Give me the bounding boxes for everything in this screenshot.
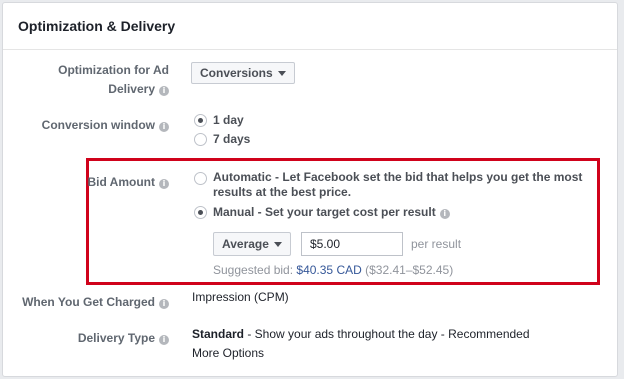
radio-automatic[interactable] bbox=[194, 172, 207, 185]
info-icon[interactable]: i bbox=[159, 335, 169, 345]
option-1-day-label[interactable]: 1 day bbox=[213, 113, 244, 128]
option-7-days-label[interactable]: 7 days bbox=[213, 132, 250, 147]
manual-option-label[interactable]: Manual - Set your target cost per result… bbox=[213, 205, 450, 220]
bid-type-dropdown[interactable]: Average bbox=[213, 232, 291, 256]
optimization-dropdown[interactable]: Conversions bbox=[191, 62, 295, 84]
info-icon[interactable]: i bbox=[159, 299, 169, 309]
info-icon[interactable]: i bbox=[439, 209, 450, 219]
radio-manual[interactable] bbox=[194, 206, 207, 219]
charged-value: Impression (CPM) bbox=[192, 290, 289, 304]
delivery-type-label: Delivery Type i bbox=[78, 328, 169, 349]
delivery-type-value: Standard - Show your ads throughout the … bbox=[192, 327, 530, 341]
info-icon[interactable]: i bbox=[159, 86, 169, 96]
automatic-option-label[interactable]: Automatic - Let Facebook set the bid tha… bbox=[213, 170, 593, 200]
radio-1-day[interactable] bbox=[194, 114, 207, 127]
chevron-down-icon bbox=[273, 242, 282, 247]
more-options-link[interactable]: More Options bbox=[192, 346, 264, 360]
info-icon[interactable]: i bbox=[159, 179, 169, 189]
charged-label: When You Get Charged i bbox=[22, 292, 169, 313]
section-title: Optimization & Delivery bbox=[18, 18, 176, 34]
bid-amount-input[interactable]: $5.00 bbox=[301, 232, 403, 256]
suggested-bid-value[interactable]: $40.35 CAD bbox=[296, 263, 361, 277]
panel-header: Optimization & Delivery bbox=[3, 3, 617, 50]
info-icon[interactable]: i bbox=[159, 122, 169, 132]
bid-amount-label: Bid Amount i bbox=[87, 172, 169, 193]
radio-7-days[interactable] bbox=[194, 133, 207, 146]
suggested-bid: Suggested bid: $40.35 CAD ($32.41–$52.45… bbox=[213, 263, 454, 277]
chevron-down-icon bbox=[277, 71, 286, 76]
conversion-window-label: Conversion window i bbox=[42, 115, 169, 136]
per-result-label: per result bbox=[411, 237, 462, 251]
optimization-label: Optimization for Ad Delivery i bbox=[58, 63, 169, 96]
